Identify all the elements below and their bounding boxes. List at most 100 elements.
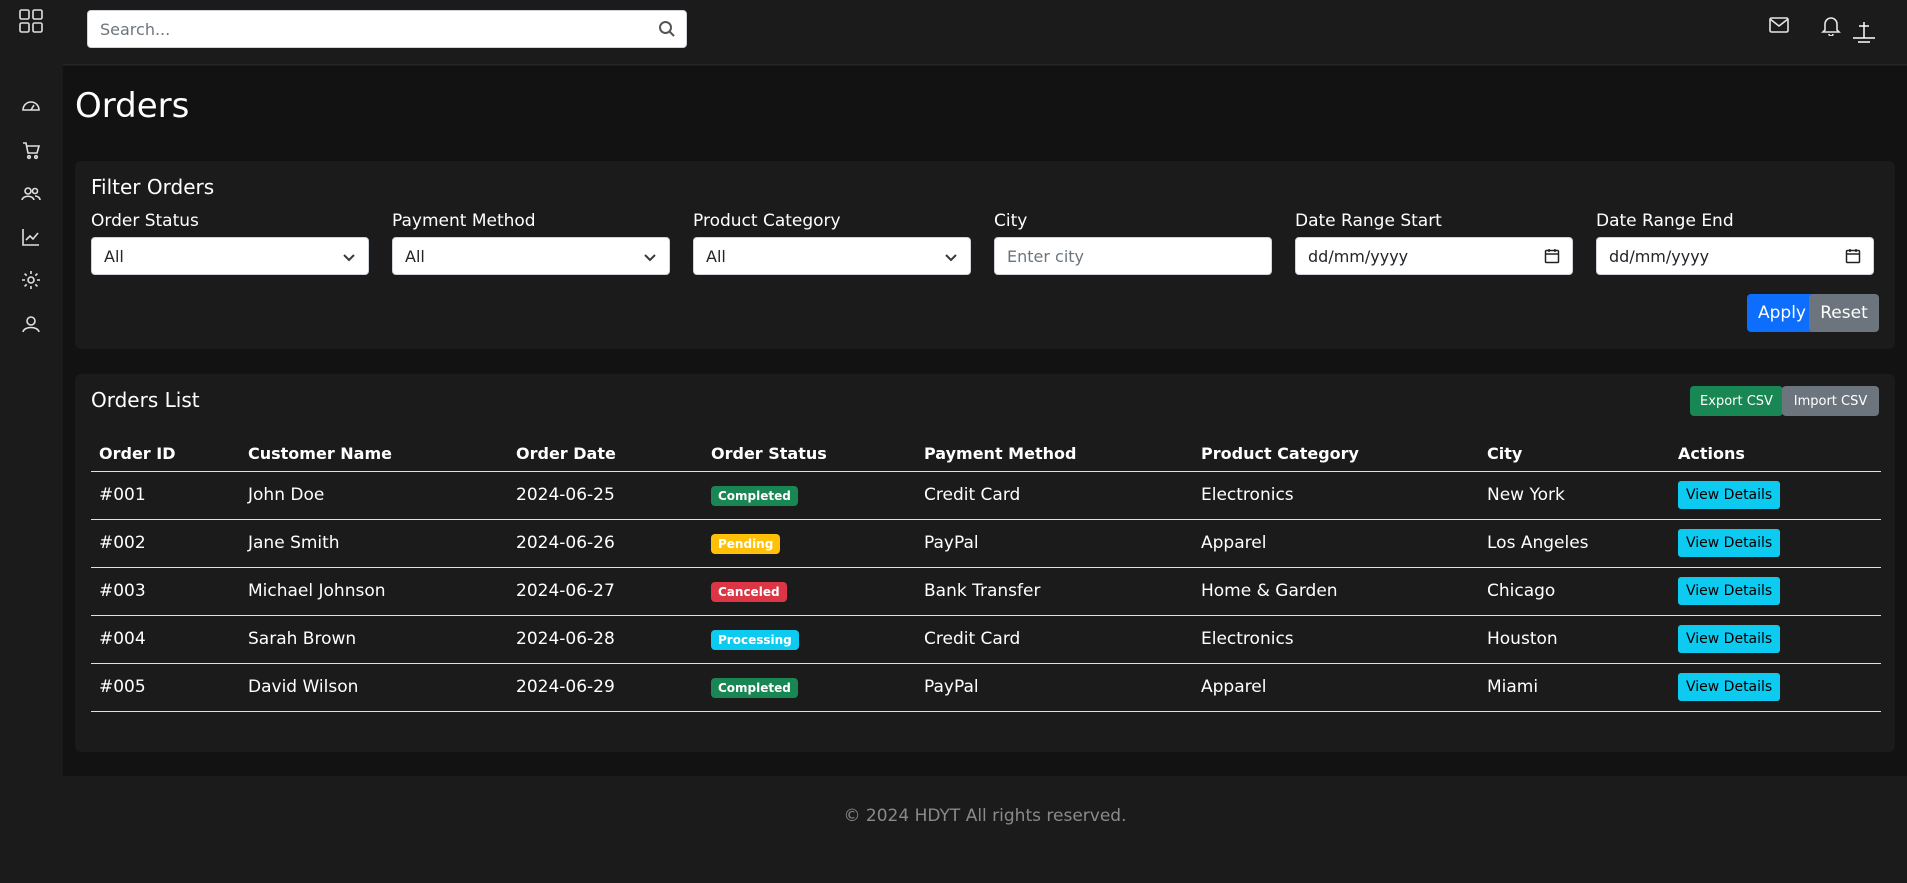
footer: © 2024 HDYT All rights reserved. [63,776,1907,866]
product-category: Home & Garden [1193,567,1479,616]
customer-name: Sarah Brown [240,615,508,664]
city: Miami [1479,663,1670,712]
payment-method: PayPal [916,663,1193,712]
date-start-label: Date Range Start [1295,211,1442,231]
city-placeholder: Enter city [1007,246,1085,266]
filter-title: Filter Orders [91,175,215,199]
table-row: #001 John Doe 2024-06-25 Completed Credi… [91,471,1881,520]
customer-name: John Doe [240,471,508,520]
export-csv-button[interactable]: Export CSV [1690,386,1783,416]
status-badge: Completed [711,485,798,506]
order-id: #001 [91,471,240,520]
product-category: Electronics [1193,471,1479,520]
product-category-select[interactable]: All [693,237,971,275]
orders-list-title: Orders List [91,388,200,412]
gear-icon[interactable] [18,267,44,293]
chevron-down-icon [342,249,356,263]
filter-date-start: Date Range Start dd/mm/yyyy [1295,211,1573,275]
date-end-placeholder: dd/mm/yyyy [1609,246,1710,266]
view-details-button[interactable]: View Details [1678,481,1781,509]
column-header: Payment Method [916,429,1193,472]
column-header: Order Date [508,429,703,472]
payment-method-value: All [405,246,425,266]
sidebar [0,0,63,883]
users-icon[interactable] [18,181,44,207]
table-row: #002 Jane Smith 2024-06-26 Pending PayPa… [91,519,1881,568]
status-badge: Pending [711,533,781,554]
order-date: 2024-06-27 [508,567,703,616]
view-details-button[interactable]: View Details [1678,577,1781,605]
order-id: #004 [91,615,240,664]
city: Los Angeles [1479,519,1670,568]
date-end-label: Date Range End [1596,211,1734,231]
payment-method: Bank Transfer [916,567,1193,616]
filter-product-category: Product Category All [693,211,971,275]
apply-button[interactable]: Apply [1747,294,1817,332]
view-details-button[interactable]: View Details [1678,529,1781,557]
status-badge: Canceled [711,581,787,602]
order-id: #003 [91,567,240,616]
status-badge: Completed [711,677,798,698]
order-id: #002 [91,519,240,568]
city-label: City [994,211,1028,231]
cart-icon[interactable] [18,137,44,163]
city: Houston [1479,615,1670,664]
order-status-value: All [104,246,124,266]
page-title: Orders [75,86,190,126]
payment-method-select[interactable]: All [392,237,670,275]
calendar-icon[interactable] [1544,248,1560,264]
view-details-button[interactable]: View Details [1678,625,1781,653]
customer-name: Michael Johnson [240,567,508,616]
payment-method-label: Payment Method [392,211,536,231]
date-start-field[interactable]: dd/mm/yyyy [1295,237,1573,275]
mail-icon[interactable] [1768,14,1792,38]
search-input[interactable] [88,11,648,47]
city: New York [1479,471,1670,520]
calendar-icon[interactable] [1845,248,1861,264]
main-content: Orders Filter Orders Order Status All Pa… [63,66,1907,866]
order-date: 2024-06-26 [508,519,703,568]
import-csv-button[interactable]: Import CSV [1782,386,1879,416]
avatar[interactable] [1843,8,1885,50]
product-category: Apparel [1193,663,1479,712]
order-date: 2024-06-29 [508,663,703,712]
filter-order-status: Order Status All [91,211,369,275]
order-date: 2024-06-28 [508,615,703,664]
chart-icon[interactable] [18,224,44,250]
chevron-down-icon [944,249,958,263]
order-id: #005 [91,663,240,712]
column-header: Product Category [1193,429,1479,472]
customer-name: David Wilson [240,663,508,712]
date-start-placeholder: dd/mm/yyyy [1308,246,1409,266]
dashboard-icon[interactable] [18,93,44,119]
column-header: Order Status [703,429,916,472]
product-category-label: Product Category [693,211,841,231]
table-header-row: Order ID Customer Name Order Date Order … [91,429,1881,472]
customer-name: Jane Smith [240,519,508,568]
order-date: 2024-06-25 [508,471,703,520]
orders-table: Order ID Customer Name Order Date Order … [91,429,1881,712]
user-icon[interactable] [18,311,44,337]
grid-icon[interactable] [18,8,44,34]
column-header: Order ID [91,429,240,472]
filter-date-end: Date Range End dd/mm/yyyy [1596,211,1874,275]
payment-method: Credit Card [916,471,1193,520]
column-header: City [1479,429,1670,472]
orders-card: Orders List Export CSV Import CSV Order … [75,374,1895,752]
column-header: Customer Name [240,429,508,472]
reset-button[interactable]: Reset [1809,294,1879,332]
status-badge: Processing [711,629,799,650]
payment-method: PayPal [916,519,1193,568]
payment-method: Credit Card [916,615,1193,664]
view-details-button[interactable]: View Details [1678,673,1781,701]
product-category: Electronics [1193,615,1479,664]
search-icon[interactable] [658,20,676,38]
topbar [63,0,1907,65]
product-category: Apparel [1193,519,1479,568]
date-end-field[interactable]: dd/mm/yyyy [1596,237,1874,275]
bell-icon[interactable] [1820,14,1844,38]
filter-card: Filter Orders Order Status All Payment M… [75,161,1895,349]
city-field[interactable]: Enter city [994,237,1272,275]
filter-city: City Enter city [994,211,1272,275]
order-status-select[interactable]: All [91,237,369,275]
